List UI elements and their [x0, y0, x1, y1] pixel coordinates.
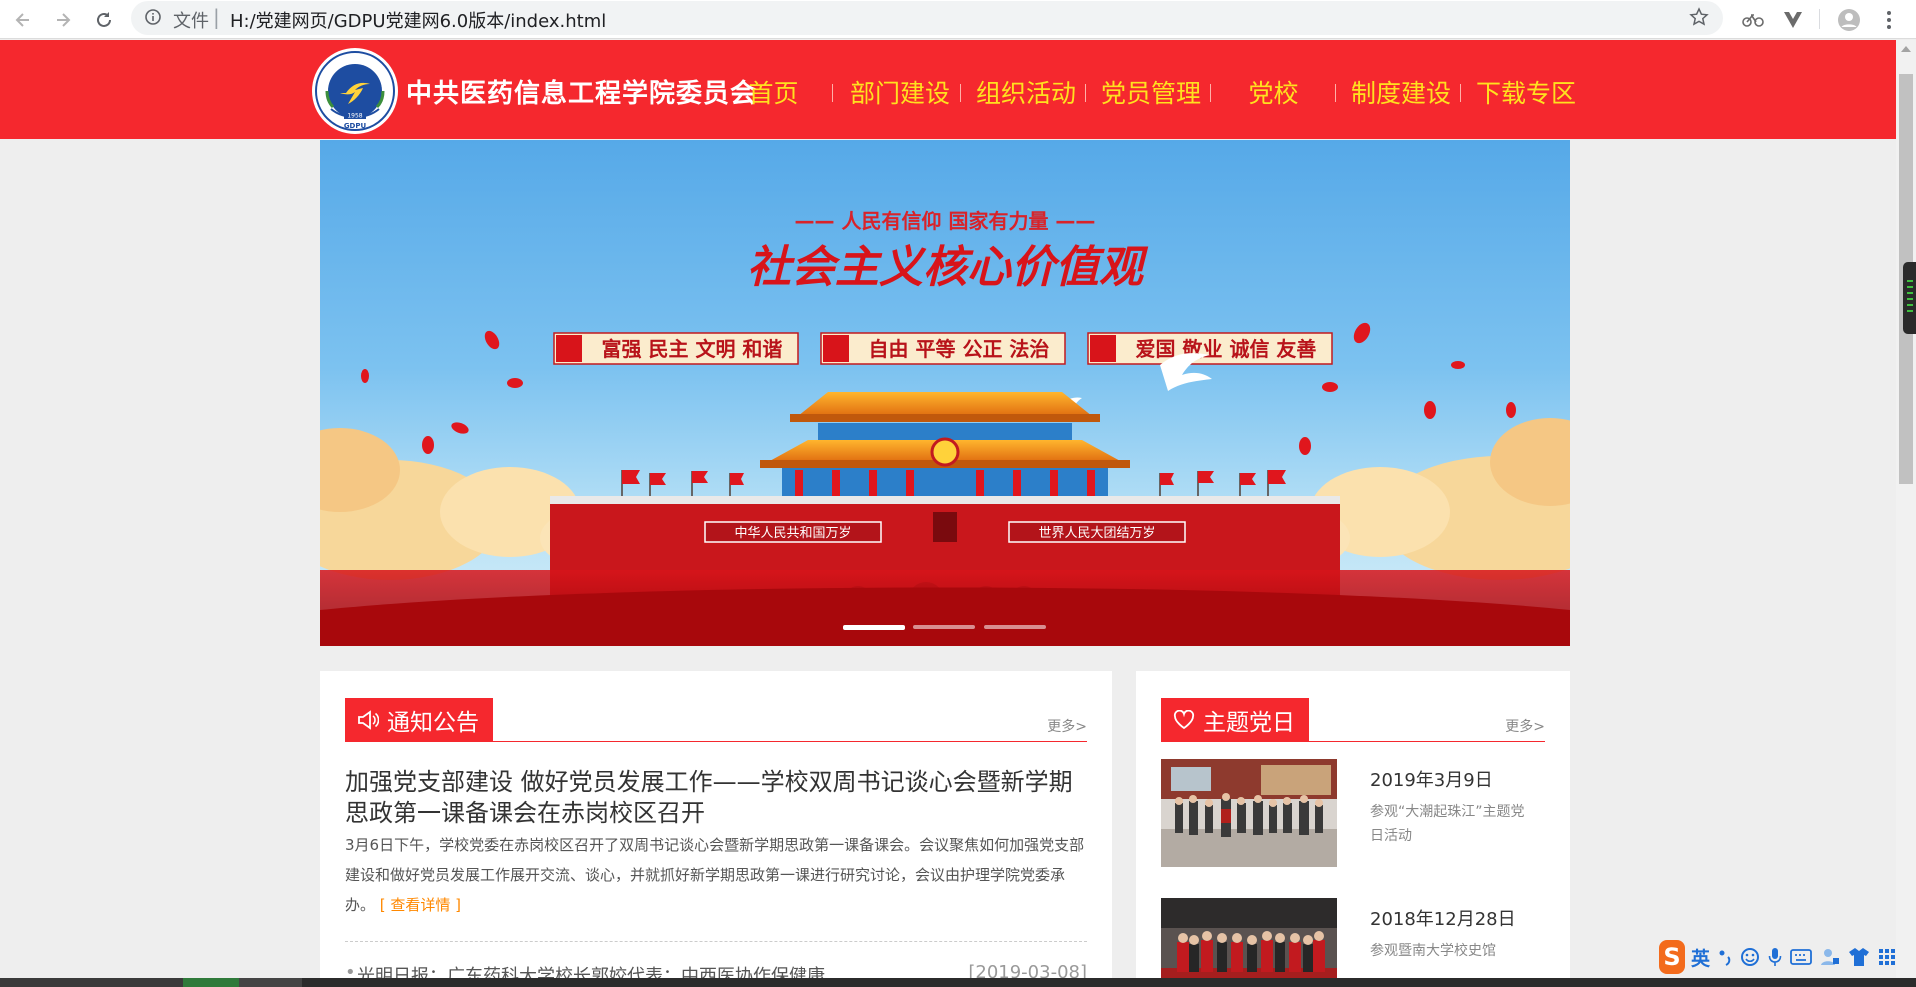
notice-section-tab: 通知公告	[345, 698, 493, 741]
nav-separator	[960, 84, 961, 102]
nav-department[interactable]: 部门建设	[848, 74, 952, 114]
svg-text:GDPU: GDPU	[344, 122, 367, 130]
toolbar-divider	[1819, 9, 1820, 29]
taskbar-item-active[interactable]	[183, 978, 239, 987]
page-scrollbar[interactable]	[1896, 40, 1916, 978]
ime-settings-grid-icon[interactable]	[1878, 948, 1896, 966]
theme-more-link[interactable]: 更多>	[1505, 716, 1545, 736]
hero-carousel[interactable]: —— 人民有信仰 国家有力量 —— 社会主义核心价值观 富强 民主 文明 和谐 …	[320, 140, 1570, 646]
sogou-logo-icon[interactable]: S	[1659, 940, 1685, 974]
value-box-text: 爱国 敬业 诚信 友善	[1136, 337, 1317, 361]
banner-slogan-main: 社会主义核心价值观	[747, 242, 1149, 293]
nav-separator	[1335, 84, 1336, 102]
back-arrow-icon	[15, 13, 29, 27]
theme-day-panel: 主题党日 更多> 2019年3月9日 参观“大潮起珠江”主题党日活动 2018年…	[1136, 671, 1570, 987]
emoji-icon[interactable]	[1740, 947, 1760, 967]
notice-headline[interactable]: 加强党支部建设 做好党员发展工作——学校双周书记谈心会暨新学期思政第一课备课会在…	[345, 767, 1085, 829]
university-logo[interactable]: 1958 GDPU	[311, 47, 399, 135]
nav-home[interactable]: 首页	[736, 74, 811, 114]
heart-icon	[1173, 709, 1195, 730]
notice-panel: 通知公告 更多> 加强党支部建设 做好党员发展工作——学校双周书记谈心会暨新学期…	[320, 671, 1112, 987]
notice-section-title: 通知公告	[387, 709, 479, 736]
value-box: 爱国 敬业 诚信 友善	[1087, 332, 1333, 365]
os-taskbar	[0, 978, 1916, 987]
event-description[interactable]: 参观“大潮起珠江”主题党日活动	[1370, 800, 1535, 848]
notice-section-header: 通知公告 更多>	[345, 698, 1087, 742]
event-date: 2018年12月28日	[1370, 909, 1516, 930]
nav-regulations[interactable]: 制度建设	[1349, 74, 1453, 114]
site-title[interactable]: 中共医药信息工程学院委员会	[406, 73, 757, 110]
nav-separator	[1460, 84, 1461, 102]
carousel-dot-1[interactable]	[843, 625, 905, 630]
theme-event-item[interactable]: 2019年3月9日 参观“大潮起珠江”主题党日活动	[1161, 759, 1545, 867]
nav-party-school[interactable]: 党校	[1236, 74, 1311, 114]
url-separator: |	[213, 5, 220, 29]
nav-members[interactable]: 党员管理	[1099, 74, 1203, 114]
carousel-indicators	[843, 625, 1047, 631]
forward-button[interactable]	[48, 5, 78, 35]
theme-section-title: 主题党日	[1203, 709, 1295, 736]
url-text[interactable]: H:/党建网页/GDPU党建网6.0版本/index.html	[230, 7, 606, 33]
site-header: 1958 GDPU 中共医药信息工程学院委员会 首页 部门建设 组织活动 党员管…	[0, 40, 1896, 139]
notice-divider	[345, 941, 1087, 942]
bookmark-star-icon[interactable]	[1689, 7, 1709, 31]
event-description[interactable]: 参观暨南大学校史馆	[1370, 939, 1535, 963]
ime-toolbar: S 英	[1659, 937, 1896, 977]
scroll-up-arrow-icon[interactable]	[1901, 46, 1911, 52]
megaphone-icon	[357, 709, 379, 730]
taskbar-item[interactable]	[239, 978, 302, 987]
carousel-dot-3[interactable]	[984, 625, 1046, 629]
forward-arrow-icon	[57, 13, 71, 27]
site-info-icon[interactable]	[144, 8, 162, 30]
skin-tshirt-icon[interactable]	[1848, 947, 1870, 967]
reload-button[interactable]	[89, 5, 119, 35]
address-bar[interactable]: 文件 | H:/党建网页/GDPU党建网6.0版本/index.html	[131, 1, 1723, 35]
profile-avatar-icon[interactable]	[1834, 5, 1864, 35]
taskbar-item[interactable]	[0, 978, 183, 987]
gate-slogan-left: 中华人民共和国万岁	[734, 526, 851, 541]
nav-separator	[1085, 84, 1086, 102]
user-account-icon[interactable]	[1820, 947, 1840, 967]
nav-separator	[832, 84, 833, 102]
reload-icon	[97, 12, 111, 27]
microphone-icon[interactable]	[1768, 947, 1782, 967]
gate-slogan-right: 世界人民大团结万岁	[1038, 526, 1155, 541]
notice-summary: 3月6日下午，学校党委在赤岗校区召开了双周书记谈心会暨新学期思政第一课备课会。会…	[345, 830, 1085, 920]
punctuation-icon[interactable]	[1718, 947, 1732, 967]
value-box: 富强 民主 文明 和谐	[553, 332, 799, 365]
back-button[interactable]	[8, 5, 38, 35]
value-box-text: 富强 民主 文明 和谐	[602, 337, 783, 361]
nav-downloads[interactable]: 下载专区	[1474, 74, 1578, 114]
side-widget-handle[interactable]	[1903, 262, 1916, 334]
browser-menu-icon[interactable]	[1874, 5, 1904, 35]
theme-section-tab: 主题党日	[1161, 698, 1309, 741]
svg-text:1958: 1958	[347, 113, 362, 120]
url-scheme-label: 文件	[173, 11, 209, 32]
event-date: 2019年3月9日	[1370, 770, 1493, 791]
nav-activities[interactable]: 组织活动	[974, 74, 1078, 114]
carousel-dot-2[interactable]	[913, 625, 975, 629]
browser-toolbar: 文件 | H:/党建网页/GDPU党建网6.0版本/index.html	[0, 0, 1916, 39]
ime-language-toggle[interactable]: 英	[1691, 944, 1710, 971]
event-photo[interactable]	[1161, 759, 1337, 867]
notice-more-link[interactable]: 更多>	[1047, 716, 1087, 736]
extension-vue-icon[interactable]	[1778, 5, 1808, 35]
value-box-text: 自由 平等 公正 法治	[869, 337, 1050, 361]
theme-event-item[interactable]: 2018年12月28日 参观暨南大学校史馆	[1161, 898, 1545, 987]
keyboard-icon[interactable]	[1790, 949, 1812, 965]
value-box: 自由 平等 公正 法治	[820, 332, 1066, 365]
nav-separator	[1210, 84, 1211, 102]
theme-section-header: 主题党日 更多>	[1161, 698, 1545, 742]
view-detail-link[interactable]: [ 查看详情 ]	[380, 896, 461, 914]
event-photo[interactable]	[1161, 898, 1337, 987]
extension-bicycle-icon[interactable]	[1738, 5, 1768, 35]
banner-slogan-top: —— 人民有信仰 国家有力量 ——	[795, 209, 1096, 233]
